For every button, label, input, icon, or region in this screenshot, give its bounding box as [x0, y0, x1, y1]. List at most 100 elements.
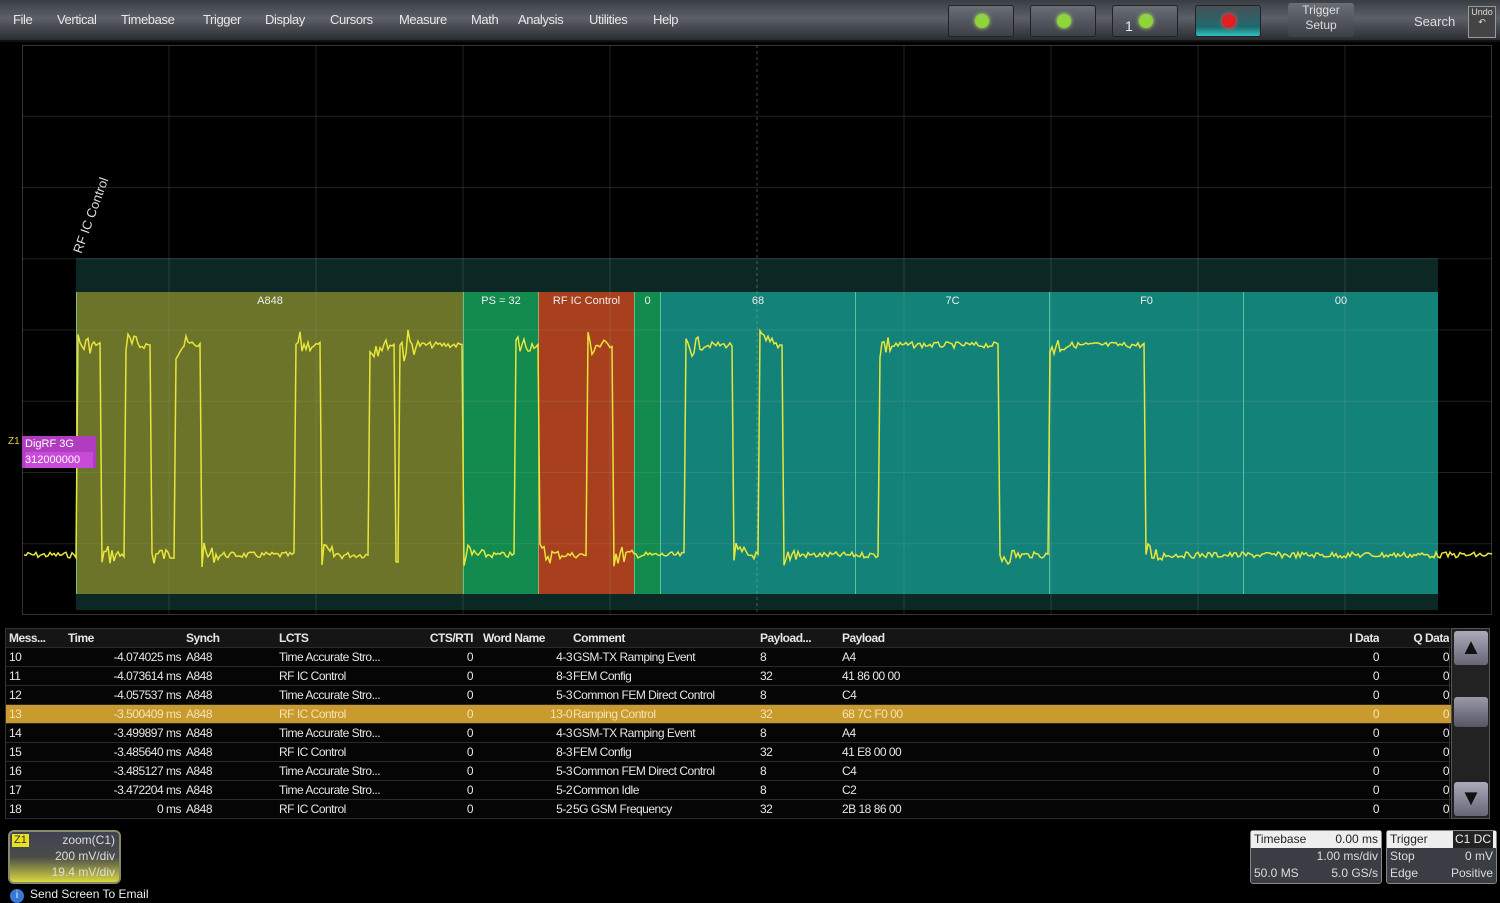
timebase-title: Timebase — [1254, 832, 1306, 846]
info-icon: i — [10, 889, 24, 903]
table-cell: 0 ms — [68, 800, 181, 818]
table-cell: 8 — [760, 781, 830, 799]
table-cell: 12 — [9, 686, 64, 704]
table-cell: 0 — [418, 762, 473, 780]
table-cell: 0 — [1306, 762, 1379, 780]
timebase-delay: 0.00 ms — [1335, 831, 1378, 848]
table-row[interactable]: 14-3.499897 msA848Time Accurate Stro...0… — [6, 724, 1451, 743]
table-cell: 41 E8 00 00 — [842, 743, 1142, 761]
table-cell: 0 — [418, 724, 473, 742]
table-cell: Common Idle — [573, 781, 758, 799]
table-cell: A848 — [186, 781, 256, 799]
timebase-samples: 50.0 MS — [1254, 866, 1299, 880]
table-cell: RF IC Control — [279, 743, 409, 761]
column-header: Comment — [573, 629, 758, 647]
table-cell: 32 — [760, 800, 830, 818]
table-cell: A848 — [186, 705, 256, 723]
column-header: I Data — [1306, 629, 1379, 647]
table-cell: Time Accurate Stro... — [279, 648, 409, 666]
table-row[interactable]: 11-4.073614 msA848RF IC Control08-3FEM C… — [6, 667, 1451, 686]
table-cell: 8 — [760, 762, 830, 780]
table-cell: A848 — [186, 743, 256, 761]
table-cell: 0 — [1379, 743, 1449, 761]
table-row[interactable]: 180 msA848RF IC Control05-25G GSM Freque… — [6, 800, 1451, 819]
table-cell: 8 — [760, 648, 830, 666]
table-cell: -3.500409 ms — [68, 705, 181, 723]
table-cell: Common FEM Direct Control — [573, 686, 758, 704]
table-row[interactable]: 10-4.074025 ms A848 Time Accurate Stro... 0… — [6, 648, 1451, 667]
column-header: LCTS — [279, 629, 409, 647]
table-cell: 5G GSM Frequency — [573, 800, 758, 818]
table-row[interactable]: 13-3.500409 msA848RF IC Control013-0Ramp… — [6, 705, 1451, 724]
trigger-mode: Stop — [1390, 849, 1415, 863]
timebase-rate: 5.0 GS/s — [1331, 865, 1378, 882]
trigger-title: Trigger — [1390, 832, 1428, 846]
decode-channel-label[interactable]: DigRF 3G312000000 — [22, 436, 96, 468]
table-cell: Time Accurate Stro... — [279, 781, 409, 799]
table-cell: A848 — [186, 648, 256, 666]
table-cell: 0 — [1306, 705, 1379, 723]
decode-protocol: DigRF 3G — [25, 436, 93, 452]
table-cell: 0 — [1306, 743, 1379, 761]
table-cell: 2B 18 86 00 — [842, 800, 1142, 818]
table-cell: 0 — [418, 686, 473, 704]
table-scrollbar[interactable]: ▲ ▼ — [1451, 628, 1490, 819]
table-cell: 41 86 00 00 — [842, 667, 1142, 685]
table-cell: RF IC Control — [279, 800, 409, 818]
table-cell: RF IC Control — [279, 667, 409, 685]
table-header[interactable]: Mess...TimeSynchLCTSCTS/RTIWord NameComm… — [6, 629, 1451, 648]
table-cell: -4.073614 ms — [68, 667, 181, 685]
table-cell: C2 — [842, 781, 1142, 799]
timebase-panel[interactable]: Timebase 0.00 ms 1.00 ms/div 50.0 MS 5.0 G… — [1250, 830, 1382, 884]
table-cell: FEM Config — [573, 743, 758, 761]
scroll-thumb[interactable] — [1454, 697, 1488, 727]
table-cell: 10 — [9, 648, 64, 666]
table-cell: 13-0 — [476, 705, 572, 723]
table-cell: 0 — [1306, 686, 1379, 704]
channel-marker: Z1 — [8, 436, 20, 447]
table-cell: GSM-TX Ramping Event — [573, 724, 758, 742]
channel-descriptor-z1[interactable]: Z1 zoom(C1) 200 mV/div 19.4 mV/div — [8, 830, 121, 884]
column-header: Word Name — [483, 629, 579, 647]
table-cell: 0 — [418, 705, 473, 723]
trigger-panel[interactable]: TriggerC1 DC Stop0 mV EdgePositive — [1386, 830, 1497, 884]
trigger-slope: Positive — [1451, 865, 1493, 882]
table-cell: 16 — [9, 762, 64, 780]
table-cell: 5-2 — [476, 781, 572, 799]
table-cell: 8 — [760, 724, 830, 742]
table-cell: C4 — [842, 686, 1142, 704]
table-cell: 0 — [418, 648, 473, 666]
scroll-up-icon[interactable]: ▲ — [1454, 631, 1488, 665]
status-message: iSend Screen To Email — [10, 887, 149, 903]
table-cell: -4.057537 ms — [68, 686, 181, 704]
table-cell: 0 — [1379, 781, 1449, 799]
table-cell: Ramping Control — [573, 705, 758, 723]
table-cell: A848 — [186, 762, 256, 780]
table-cell: 5-3 — [476, 686, 572, 704]
table-cell: 0 — [1379, 667, 1449, 685]
table-cell: 0 — [1379, 762, 1449, 780]
table-cell: 32 — [760, 743, 830, 761]
table-cell: 8 — [760, 686, 830, 704]
table-cell: -4.074025 ms — [68, 648, 181, 666]
table-cell: 32 — [760, 705, 830, 723]
scroll-down-icon[interactable]: ▼ — [1454, 782, 1488, 816]
table-cell: A4 — [842, 648, 1142, 666]
table-cell: 0 — [1379, 648, 1449, 666]
table-row[interactable]: 16-3.485127 msA848Time Accurate Stro...0… — [6, 762, 1451, 781]
table-cell: Time Accurate Stro... — [279, 724, 409, 742]
table-cell: GSM-TX Ramping Event — [573, 648, 758, 666]
waveform-display — [0, 0, 1500, 620]
table-row[interactable]: 15-3.485640 msA848RF IC Control08-3FEM C… — [6, 743, 1451, 762]
table-cell: RF IC Control — [279, 705, 409, 723]
table-cell: A4 — [842, 724, 1142, 742]
table-row[interactable]: 12-4.057537 msA848Time Accurate Stro...0… — [6, 686, 1451, 705]
timebase-scale: 1.00 ms/div — [1317, 848, 1378, 865]
decode-bitrate: 312000000 — [25, 452, 93, 468]
table-cell: 0 — [418, 800, 473, 818]
trigger-level: 0 mV — [1465, 848, 1493, 865]
table-cell: 14 — [9, 724, 64, 742]
table-row[interactable]: 17-3.472204 msA848Time Accurate Stro...0… — [6, 781, 1451, 800]
table-cell: 0 — [1306, 800, 1379, 818]
table-cell: 4-3 — [476, 724, 572, 742]
